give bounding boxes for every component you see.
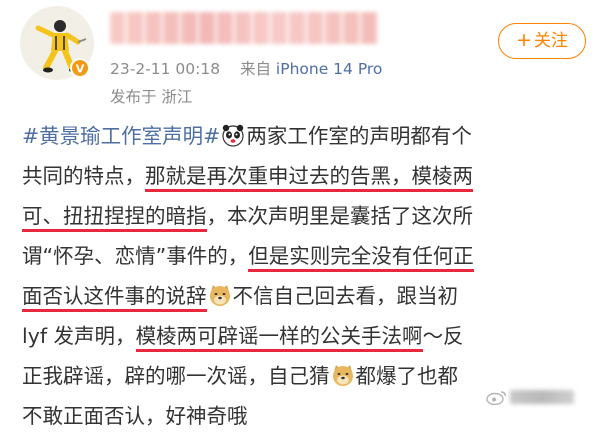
underlined-text: 可、扭扭捏捏的暗指 — [22, 204, 207, 232]
underlined-text: 模棱两可辟谣一样的公关手法啊 — [135, 324, 423, 352]
weibo-post-card: V 23-2-11 00:18 来自 iPhone 14 Pro 发布于 浙江 … — [0, 0, 600, 428]
hashtag-link[interactable]: #黄景瑜工作室声明# — [22, 124, 220, 148]
post-text: 共同的特点， — [22, 164, 145, 188]
post-line: 共同的特点，那就是再次重申过去的告黑，模棱两 — [22, 156, 594, 196]
svg-text:V: V — [76, 63, 85, 76]
post-text: ～反 — [422, 324, 464, 348]
post-line: lyf 发声明，模棱两可辟谣一样的公关手法啊～反 — [22, 316, 594, 356]
post-location: 发布于 浙江 — [110, 88, 193, 106]
post-body: #黄景瑜工作室声明# 两家工作室的声明都有个 共同的特点，那就是再次重申过去的告黑… — [22, 116, 594, 436]
post-timestamp: 23-2-11 00:18 — [110, 60, 221, 78]
underlined-text: 但是实则完全没有任何正 — [248, 244, 474, 272]
doge-emoji-icon — [331, 363, 355, 387]
post-line: 可、扭扭捏捏的暗指，本次声明里是囊括了这次所 — [22, 196, 594, 236]
plus-icon: + — [516, 29, 532, 51]
verified-badge-icon: V — [70, 58, 90, 78]
post-line: 谓“怀孕、恋情”事件的，但是实则完全没有任何正 — [22, 236, 594, 276]
post-source-prefix: 来自 — [239, 60, 271, 78]
panda-emoji-icon — [221, 123, 245, 147]
post-text: 两家工作室的声明都有个 — [246, 124, 472, 148]
follow-button[interactable]: + 关注 — [498, 23, 586, 59]
doge-emoji-icon — [208, 283, 232, 307]
post-device-link[interactable]: iPhone 14 Pro — [276, 60, 383, 78]
post-text: 不敢正面否认，好神奇哦 — [22, 404, 248, 428]
weibo-logo-icon — [486, 391, 507, 406]
post-line: #黄景瑜工作室声明# 两家工作室的声明都有个 — [22, 116, 594, 156]
post-text: lyf 发声明， — [22, 324, 136, 348]
post-text: 都爆了也都 — [355, 364, 459, 388]
post-line: 面否认这件事的说辞 不信自己回去看，跟当初 — [22, 276, 594, 316]
post-text: 不信自己回去看，跟当初 — [232, 284, 459, 308]
underlined-text: 那就是再次重申过去的告黑，模棱两 — [145, 164, 473, 192]
follow-label: 关注 — [533, 31, 568, 51]
underlined-text: 面否认这件事的说辞 — [22, 284, 207, 312]
watermark — [486, 389, 574, 406]
post-text: 谓“怀孕、恋情”事件的， — [22, 244, 249, 268]
post-meta: 23-2-11 00:18 来自 iPhone 14 Pro — [110, 57, 382, 79]
post-text: ，本次声明里是囊括了这次所 — [206, 204, 474, 228]
username-blurred[interactable] — [110, 12, 378, 44]
post-text: 正我辟谣，辟的哪一次谣，自己猜 — [22, 364, 330, 388]
watermark-account-blurred — [510, 390, 574, 404]
